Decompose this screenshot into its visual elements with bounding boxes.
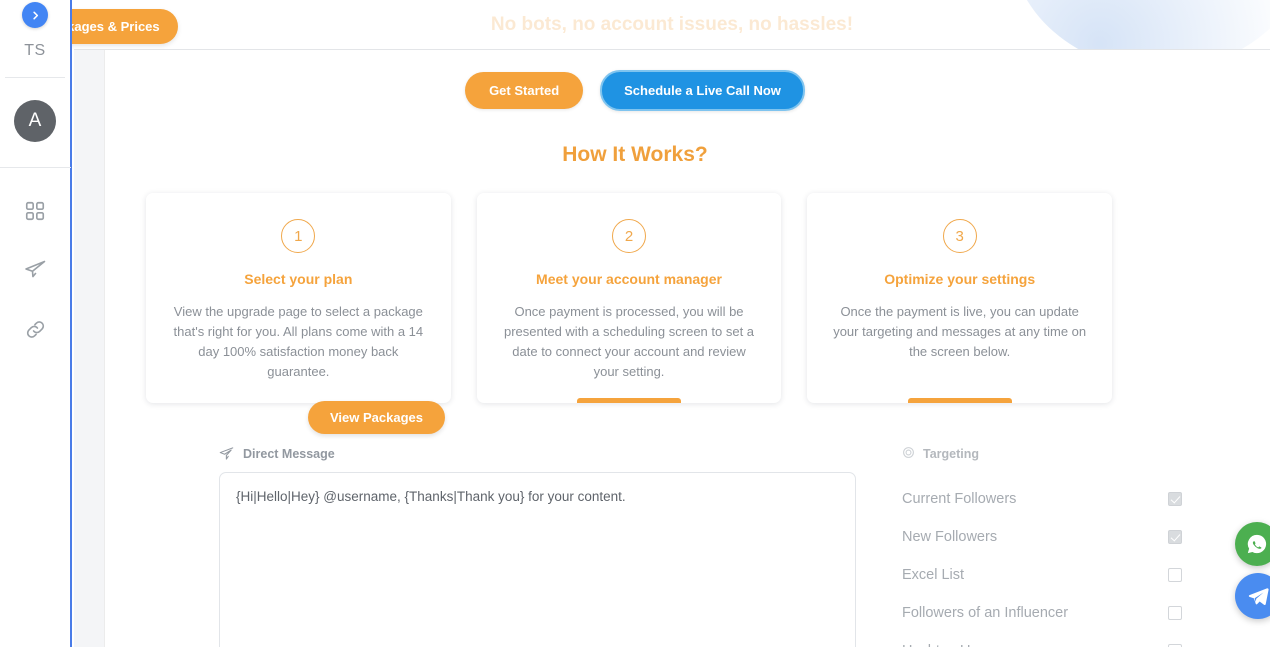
step-card-2: 2 Meet your account manager Once payment… [476,193,782,403]
grid-dashboard-icon[interactable] [22,198,48,224]
step-text-2: Once payment is processed, you will be p… [503,304,755,379]
targeting-option-label: Excel List [902,567,965,583]
paper-plane-icon [219,446,234,461]
step-number-1: 1 [281,219,316,253]
rail-nav-icons [22,198,48,342]
left-sidebar-rail: TS A [0,0,72,647]
direct-message-input[interactable] [219,472,856,647]
schedule-live-call-button[interactable]: Schedule a Live Call Now [600,70,805,111]
step-number-3: 3 [942,219,977,253]
step-number-2: 2 [612,219,646,253]
targeting-label: Targeting [923,447,980,461]
targeting-option-hashtag-users[interactable]: Hashtag Users [902,632,1182,647]
targeting-option-label: New Followers [902,529,998,545]
targeting-checkbox-current-followers[interactable] [1168,492,1182,506]
chevron-right-icon[interactable] [22,2,48,28]
direct-message-heading: Direct Message [219,446,856,461]
targeting-option-new-followers[interactable]: New Followers [902,518,1182,556]
step-title-3: Optimize your settings [884,271,1036,287]
step-title-1: Select your plan [244,271,353,287]
targeting-option-label: Hashtag Users [902,643,998,647]
targeting-option-label: Followers of an Influencer [902,605,1069,621]
rail-divider-bottom [0,167,71,168]
targeting-options-list: Current Followers New Followers Excel Li… [902,480,1182,647]
hero-banner: No bots, no account issues, no hassles! [74,0,1270,50]
step-card-1: 1 Select your plan View the upgrade page… [146,193,451,403]
direct-message-label: Direct Message [243,446,335,461]
how-it-works-title: How It Works? [562,143,708,166]
targeting-section: Targeting Current Followers New Follower… [902,446,1182,647]
rail-top-group: TS A [0,0,71,168]
targeting-checkbox-excel-list[interactable] [1168,568,1182,582]
direct-message-section: Direct Message [219,446,856,647]
step-card-2-accent-bar [577,398,681,403]
app-root: No bots, no account issues, no hassles! … [0,0,1270,647]
paper-plane-icon[interactable] [22,257,48,283]
step-text-1: View the upgrade page to select a packag… [173,304,424,379]
targeting-option-excel-list[interactable]: Excel List [902,556,1182,594]
view-packages-button[interactable]: View Packages [308,401,445,434]
targeting-checkbox-followers-of-influencer[interactable] [1168,606,1182,620]
targeting-heading: Targeting [902,446,1182,462]
cta-button-row: Get Started Schedule a Live Call Now [0,70,1270,111]
targeting-checkbox-new-followers[interactable] [1168,530,1182,544]
step-card-3-accent-bar [907,398,1012,403]
rail-account-code: TS [24,42,46,59]
get-started-button[interactable]: Get Started [465,72,584,109]
link-icon[interactable] [22,316,48,342]
telegram-chat-icon [1248,587,1269,605]
avatar[interactable]: A [14,100,56,142]
step-text-3: Once the payment is live, you can update… [833,304,1087,359]
target-icon [902,446,915,462]
hero-tagline: No bots, no account issues, no hassles! [490,14,854,35]
step-card-3: 3 Optimize your settings Once the paymen… [807,193,1113,403]
targeting-option-current-followers[interactable]: Current Followers [902,480,1182,518]
how-it-works-cards: 1 Select your plan View the upgrade page… [146,193,1113,403]
whatsapp-chat-icon [1247,534,1267,554]
targeting-option-followers-of-influencer[interactable]: Followers of an Influencer [902,594,1182,632]
rail-divider-top [5,77,65,78]
targeting-option-label: Current Followers [902,491,1017,507]
step-title-2: Meet your account manager [536,271,722,287]
